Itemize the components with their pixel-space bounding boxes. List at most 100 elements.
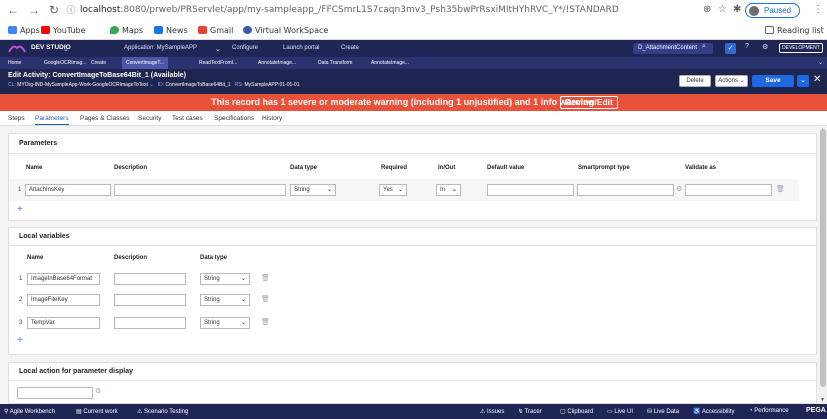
tab-steps[interactable]: Steps xyxy=(8,115,25,122)
delete-row-icon[interactable]: 🗑 xyxy=(261,274,270,282)
var-name-input[interactable]: TempVar xyxy=(27,317,100,329)
close-icon[interactable]: ✕ xyxy=(813,74,821,85)
application-menu[interactable]: Application: MySampleAPP xyxy=(124,45,197,51)
param-inout-select[interactable]: In ⌄ xyxy=(436,184,461,196)
back-icon[interactable]: ← xyxy=(6,3,20,17)
tab-convertimage[interactable]: ConvertImageT... xyxy=(122,57,169,69)
search-icon[interactable]: ⌕ xyxy=(702,43,706,51)
param-description-input[interactable] xyxy=(114,184,286,196)
scrollbar[interactable]: ▲ ▼ xyxy=(819,127,827,404)
row-number: 1 xyxy=(19,276,23,282)
address-bar[interactable]: localhost:8080/prweb/PRServlet/app/my-sa… xyxy=(80,5,619,15)
var-datatype-select[interactable]: String ⌄ xyxy=(200,273,250,285)
agile-workbench-button[interactable]: ⚲ Agile Workbench xyxy=(4,408,55,415)
tracer-button[interactable]: ↯ Tracer xyxy=(518,408,542,415)
param-datatype-select[interactable]: String ⌄ xyxy=(290,184,336,196)
var-description-input[interactable] xyxy=(114,294,186,306)
launch-portal-menu[interactable]: Launch portal xyxy=(283,45,319,51)
scroll-thumb[interactable] xyxy=(820,129,826,387)
bookmark-news[interactable]: News xyxy=(154,26,188,35)
extensions-icon[interactable]: ✱ xyxy=(733,4,741,15)
local-action-input[interactable] xyxy=(17,387,93,399)
forward-icon[interactable]: → xyxy=(27,3,41,17)
gear-icon[interactable]: ⚙ xyxy=(95,387,101,395)
help-icon[interactable]: ? xyxy=(745,43,749,50)
bookmarks-bar: Apps YouTube Maps News Gmail Virtual Wor… xyxy=(0,22,827,40)
create-menu[interactable]: Create xyxy=(341,45,359,51)
scroll-down-icon[interactable]: ▼ xyxy=(820,397,825,403)
issues-button[interactable]: ⚠ Issues xyxy=(480,408,504,415)
tab-specifications[interactable]: Specifications xyxy=(214,115,254,122)
studio-chevron-icon[interactable]: ⌄ xyxy=(63,45,69,53)
param-required-select[interactable]: Yes ⌄ xyxy=(379,184,407,196)
param-name-input[interactable]: AttachInsKey xyxy=(25,184,111,196)
tab-annotateimage-2[interactable]: AnnotateImage... xyxy=(371,57,409,69)
current-work-button[interactable]: ▤ Current work xyxy=(76,408,118,415)
id-value: ConvertImageToBase64Bit_1 xyxy=(165,82,231,88)
save-button[interactable]: Save xyxy=(752,75,794,87)
delete-button[interactable]: Delete xyxy=(679,75,711,87)
delete-row-icon[interactable]: 🗑 xyxy=(261,318,270,326)
reading-list[interactable]: Reading list xyxy=(765,26,824,35)
live-ui-button[interactable]: ▭ Live UI xyxy=(607,408,633,415)
delete-row-icon[interactable]: 🗑 xyxy=(776,185,785,193)
actions-button[interactable]: Actions ⌄ xyxy=(715,75,748,87)
apps-icon xyxy=(8,26,17,34)
param-validate-input[interactable] xyxy=(685,184,772,196)
add-variable-icon[interactable]: + xyxy=(17,335,23,346)
local-variables-panel: Local variables Name Description Data ty… xyxy=(8,227,817,355)
zoom-icon[interactable]: ⊕ xyxy=(703,4,711,15)
scenario-testing-button[interactable]: ⚠ Scenario Testing xyxy=(137,408,188,415)
tab-googleocr[interactable]: GoogleOCRImag... xyxy=(44,57,87,69)
tab-test-cases[interactable]: Test cases xyxy=(172,115,203,122)
add-parameter-icon[interactable]: + xyxy=(17,204,23,215)
review-edit-button[interactable]: Review/Edit xyxy=(560,96,618,109)
bookmark-youtube[interactable]: YouTube xyxy=(41,26,86,35)
bookmark-apps[interactable]: Apps xyxy=(8,26,40,35)
var-description-input[interactable] xyxy=(114,317,186,329)
var-datatype-select[interactable]: String ⌄ xyxy=(200,317,250,329)
accessibility-button[interactable]: ♿ Accessibility xyxy=(693,408,735,415)
var-description-input[interactable] xyxy=(114,273,186,285)
profile-paused-button[interactable]: Paused xyxy=(745,3,800,18)
tab-parameters[interactable]: Parameters xyxy=(35,115,69,125)
configure-menu[interactable]: Configure xyxy=(232,45,258,51)
tab-history[interactable]: History xyxy=(262,115,282,122)
clipboard-button[interactable]: ▢ Clipboard xyxy=(560,408,593,415)
cl-value[interactable]: MYOrg-IND-MySampleApp-Work-GoogleOCRImag… xyxy=(17,82,148,88)
clipboard-label: Clipboard xyxy=(567,409,594,415)
tab-annotateimage-1[interactable]: AnnotateImage... xyxy=(258,57,296,69)
tab-create[interactable]: Create xyxy=(91,57,106,69)
var-name-input[interactable]: ImageFileKey xyxy=(27,294,100,306)
app-chevron-icon[interactable]: ⌄ xyxy=(215,45,221,53)
save-options-icon[interactable]: ⌄ xyxy=(797,75,809,87)
warning-text: This record has 1 severe or moderate war… xyxy=(211,97,595,107)
bookmark-gmail[interactable]: Gmail xyxy=(198,26,233,35)
search-input[interactable]: D_AttachmentContent xyxy=(633,43,713,54)
param-smartprompt-input[interactable] xyxy=(577,184,674,196)
tabs-overflow-icon[interactable]: ⌄ xyxy=(818,57,823,69)
tab-pages-classes[interactable]: Pages & Classes xyxy=(80,115,130,122)
bookmark-virtual-workspace[interactable]: Virtual WorkSpace xyxy=(243,26,328,35)
delete-row-icon[interactable]: 🗑 xyxy=(261,295,270,303)
tab-security[interactable]: Security xyxy=(138,115,161,122)
live-data-button[interactable]: ⛁ Live Data xyxy=(647,408,679,415)
tab-data-transform[interactable]: Data Transform xyxy=(318,57,352,69)
tab-readtext[interactable]: ReadTextFromI... xyxy=(199,57,237,69)
var-name-input[interactable]: ImageInBase64Format xyxy=(27,273,100,285)
star-icon[interactable]: ☆ xyxy=(718,4,727,15)
bookmark-maps[interactable]: Maps xyxy=(110,26,143,35)
param-default-input[interactable] xyxy=(487,184,574,196)
gear-icon[interactable]: ⚙ xyxy=(676,185,682,193)
info-icon[interactable]: ⓘ xyxy=(64,3,78,17)
issues-label: Issues xyxy=(487,409,505,415)
parameters-title: Parameters xyxy=(19,140,58,147)
menu-icon[interactable]: ⋮ xyxy=(813,4,823,15)
var-datatype-select[interactable]: String ⌄ xyxy=(200,294,250,306)
search-confirm-icon[interactable]: ✓ xyxy=(725,43,736,54)
settings-icon[interactable]: ⚙ xyxy=(762,43,768,51)
performance-button[interactable]: ◔ Performance xyxy=(749,408,789,414)
tab-home[interactable]: Home xyxy=(8,57,21,69)
reload-icon[interactable]: ↻ xyxy=(47,3,61,17)
datatype-value: String xyxy=(204,297,220,303)
